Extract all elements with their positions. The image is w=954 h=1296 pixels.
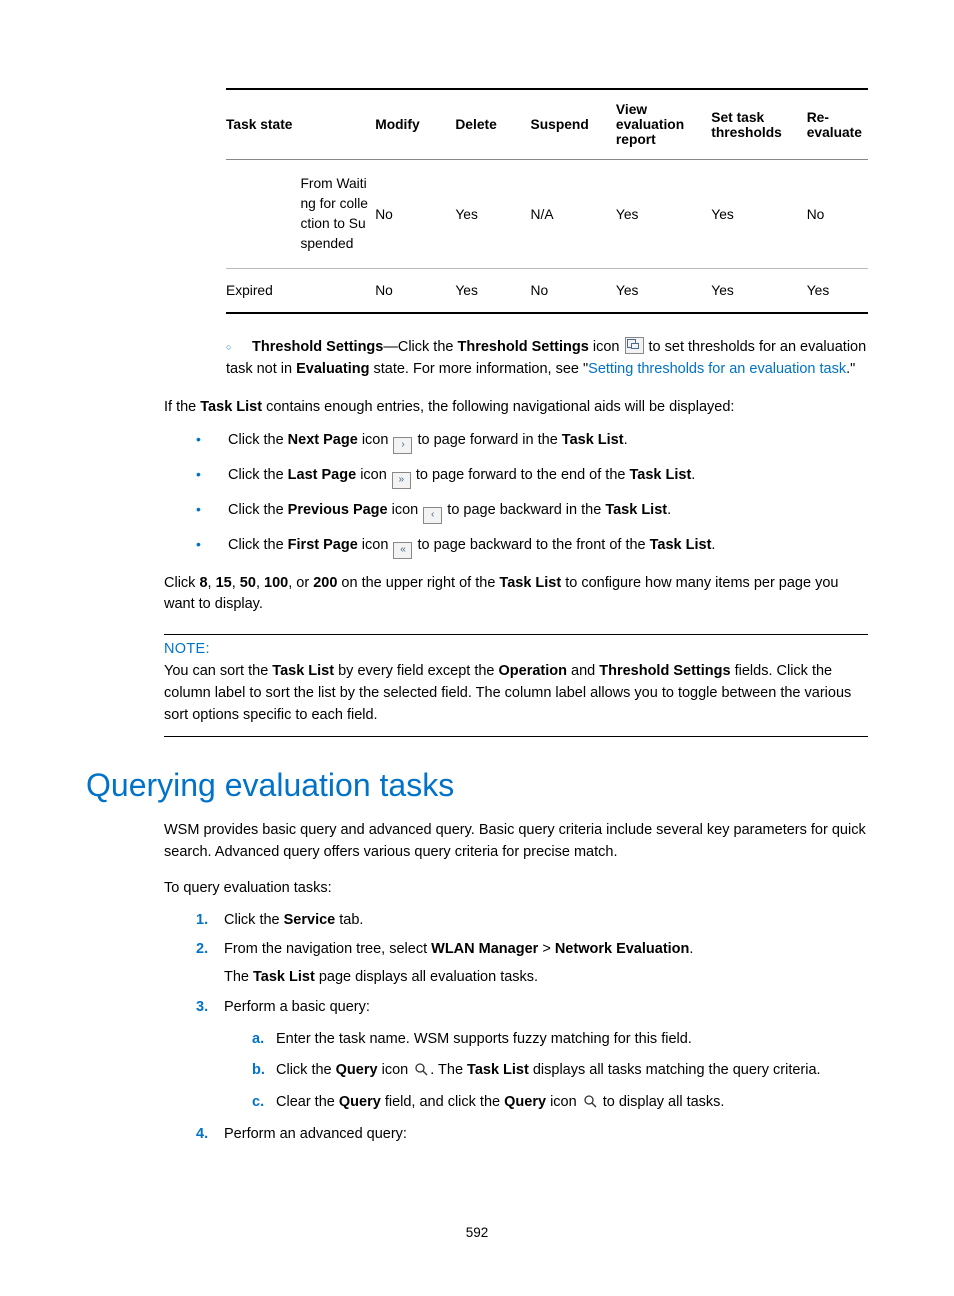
- next-page-icon: ›: [393, 437, 412, 454]
- last-page-icon: »: [392, 472, 411, 489]
- step-2: 2. From the navigation tree, select WLAN…: [196, 939, 868, 989]
- first-page-icon: «: [393, 542, 412, 559]
- step-3b: b. Click the Query icon . The Task List …: [252, 1060, 868, 1082]
- threshold-settings-icon: [625, 337, 644, 354]
- threshold-settings-bullet: Threshold Settings—Click the Threshold S…: [226, 336, 868, 381]
- th-delete: Delete: [455, 89, 530, 160]
- note-block: NOTE: You can sort the Task List by ever…: [164, 634, 868, 737]
- note-label: NOTE:: [164, 641, 868, 657]
- th-set-threshold: Set task thresholds: [711, 89, 806, 160]
- step-3: 3. Perform a basic query: a. Enter the t…: [196, 997, 868, 1114]
- query-lead: To query evaluation tasks:: [164, 878, 868, 900]
- th-reevaluate: Re-evaluate: [807, 89, 868, 160]
- table-row: From Waiting for collection to Suspended…: [226, 160, 868, 269]
- previous-page-icon: ‹: [423, 507, 442, 524]
- nav-last-bullet: Click the Last Page icon » to page forwa…: [196, 466, 868, 489]
- note-body: You can sort the Task List by every fiel…: [164, 661, 868, 726]
- query-intro: WSM provides basic query and advanced qu…: [164, 820, 868, 864]
- table-row: Expired No Yes No Yes Yes Yes: [226, 269, 868, 314]
- setting-thresholds-link[interactable]: Setting thresholds for an evaluation tas…: [588, 361, 846, 377]
- query-icon: [414, 1062, 428, 1076]
- step-3a: a. Enter the task name. WSM supports fuz…: [252, 1029, 868, 1051]
- nav-next-bullet: Click the Next Page icon › to page forwa…: [196, 431, 868, 454]
- query-icon: [583, 1094, 597, 1108]
- step-3c: c. Clear the Query field, and click the …: [252, 1092, 868, 1114]
- th-task-state: Task state: [226, 89, 375, 160]
- task-list-intro: If the Task List contains enough entries…: [164, 397, 868, 419]
- task-state-table-wrapper: Task state Modify Delete Suspend View ev…: [226, 88, 868, 314]
- th-modify: Modify: [375, 89, 455, 160]
- items-per-page-text: Click 8, 15, 50, 100, or 200 on the uppe…: [164, 573, 868, 617]
- task-state-table: Task state Modify Delete Suspend View ev…: [226, 88, 868, 314]
- page-number: 592: [0, 1225, 954, 1240]
- section-heading: Querying evaluation tasks: [86, 767, 868, 804]
- step-1: 1. Click the Service tab.: [196, 910, 868, 932]
- step-4: 4. Perform an advanced query:: [196, 1124, 868, 1146]
- th-suspend: Suspend: [531, 89, 616, 160]
- nav-prev-bullet: Click the Previous Page icon ‹ to page b…: [196, 501, 868, 524]
- nav-first-bullet: Click the First Page icon « to page back…: [196, 536, 868, 559]
- th-view-report: View evaluation report: [616, 89, 711, 160]
